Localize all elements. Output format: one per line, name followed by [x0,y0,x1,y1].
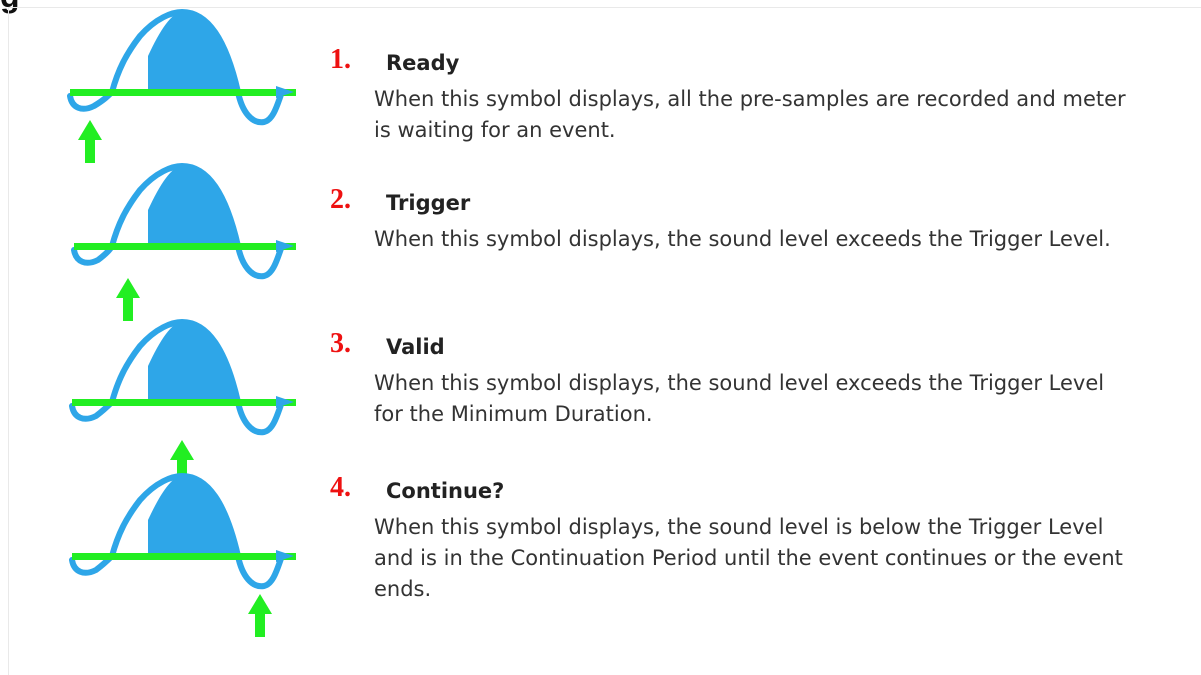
item-number: 4. [330,472,351,503]
continue-waveform-icon [69,472,296,637]
item-title: Trigger [386,191,471,215]
item-description: When this symbol displays, the sound lev… [374,515,1123,601]
item-title: Ready [386,51,460,75]
trigger-waveform-icon [71,162,296,321]
item-title: Continue? [386,479,505,503]
page: g [0,0,1201,675]
list-item-trigger: 2. Trigger When this symbol displays, th… [330,184,1130,255]
arrow-up-icon [248,594,272,637]
item-number: 3. [330,328,351,359]
list-item-valid: 3. Valid When this symbol displays, the … [330,328,1130,430]
item-title: Valid [386,335,445,359]
item-description: When this symbol displays, the sound lev… [374,227,1111,251]
valid-waveform-icon [69,318,296,483]
item-number: 1. [330,44,351,75]
list-item-continue: 4. Continue? When this symbol displays, … [330,472,1130,605]
item-number: 2. [330,184,351,215]
item-description: When this symbol displays, the sound lev… [374,371,1105,426]
list-item-ready: 1. Ready When this symbol displays, all … [330,44,1130,146]
item-header: 2. Trigger [330,184,1130,222]
ready-waveform-icon [67,8,296,163]
item-header: 1. Ready [330,44,1130,82]
item-header: 3. Valid [330,328,1130,366]
item-header: 4. Continue? [330,472,1130,510]
item-description: When this symbol displays, all the pre-s… [374,87,1126,142]
left-divider [8,7,9,675]
